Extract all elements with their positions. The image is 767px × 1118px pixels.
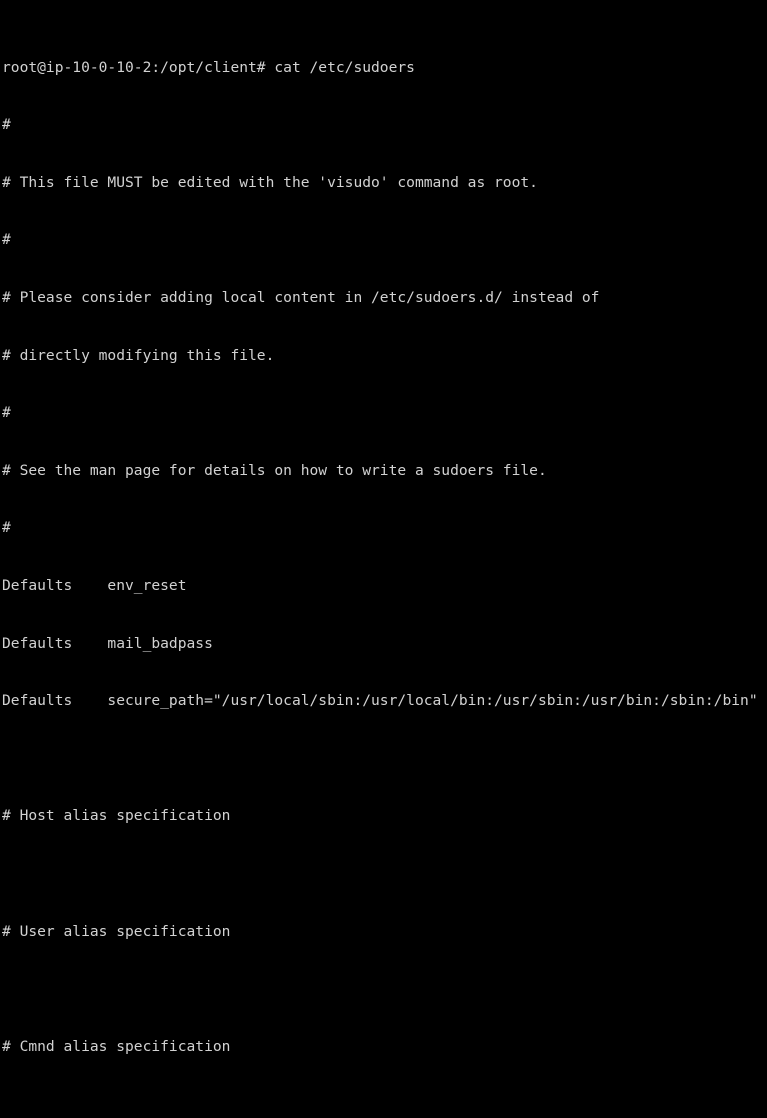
- terminal-line: # User alias specification: [2, 922, 231, 940]
- terminal-line: # Please consider adding local content i…: [2, 288, 600, 306]
- terminal-line: #: [2, 404, 11, 422]
- terminal-window[interactable]: root@ip-10-0-10-2:/opt/client# cat /etc/…: [0, 0, 767, 1055]
- terminal-line: Defaults mail_badpass: [2, 634, 213, 652]
- terminal-line: #: [2, 231, 11, 249]
- terminal-line: root@ip-10-0-10-2:/opt/client# cat /etc/…: [2, 58, 415, 76]
- terminal-line: # Cmnd alias specification: [2, 1037, 231, 1055]
- terminal-line: #: [2, 116, 11, 134]
- terminal-line: Defaults secure_path="/usr/local/sbin:/u…: [2, 692, 758, 710]
- terminal-line: # See the man page for details on how to…: [2, 461, 547, 479]
- terminal-line: # Host alias specification: [2, 807, 231, 825]
- terminal-line: #: [2, 519, 11, 537]
- terminal-screen[interactable]: root@ip-10-0-10-2:/opt/client# cat /etc/…: [2, 0, 758, 1118]
- terminal-line: Defaults env_reset: [2, 576, 187, 594]
- terminal-line: # This file MUST be edited with the 'vis…: [2, 173, 538, 191]
- terminal-line: # directly modifying this file.: [2, 346, 275, 364]
